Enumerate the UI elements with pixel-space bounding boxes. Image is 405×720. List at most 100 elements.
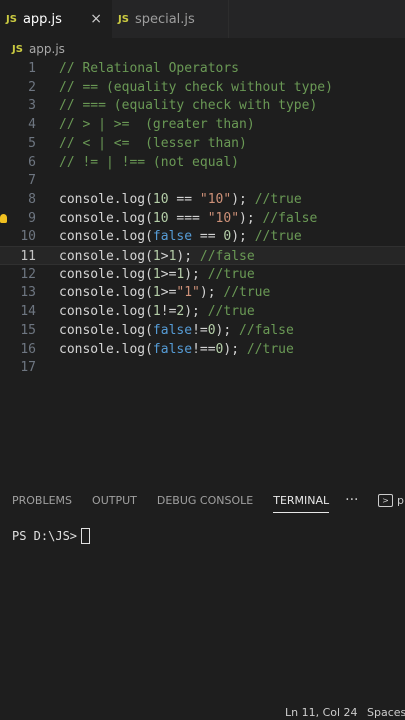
code-text: // != | !== (not equal) — [59, 153, 239, 172]
code-line-6[interactable]: 6 // != | !== (not equal) — [0, 153, 405, 172]
code-token: === — [168, 210, 208, 226]
code-line-5[interactable]: 5 // < | <= (lesser than) — [0, 134, 405, 153]
code-text: console.log(false!=0); //false — [59, 321, 294, 340]
code-text: console.log(1!=2); //true — [59, 302, 255, 321]
code-token: "1" — [176, 285, 200, 301]
code-text: console.log(false!==0); //true — [59, 340, 294, 359]
indentation-setting[interactable]: Spaces — [367, 706, 405, 719]
code-token: console.log( — [59, 249, 153, 264]
code-editor[interactable]: 1 // Relational Operators 2 // == (equality… — [0, 59, 405, 381]
close-icon[interactable]: × — [90, 11, 102, 27]
code-text: // == (equality check without type) — [59, 78, 333, 97]
terminal-prompt: PS D:\JS> — [12, 529, 78, 543]
line-number: 17 — [20, 360, 36, 376]
code-token: ); — [184, 266, 208, 282]
terminal-instance-label: p — [397, 493, 404, 507]
code-token: //true — [207, 266, 255, 282]
code-token: 1 — [152, 266, 161, 282]
line-number: 12 — [20, 266, 36, 282]
code-line-3[interactable]: 3 // === (equality check with type) — [0, 96, 405, 115]
code-token: ); — [231, 191, 255, 207]
terminal-icon: > — [378, 493, 393, 507]
code-text: console.log(1>1); //false — [59, 247, 255, 266]
code-token: > — [160, 249, 169, 264]
code-token: console.log( — [59, 266, 153, 282]
code-line-13[interactable]: 13 console.log(1>="1"); //true — [0, 283, 405, 302]
code-line-9[interactable]: 9 console.log(10 === "10"); //false — [0, 209, 405, 228]
breadcrumb[interactable]: JS app.js — [0, 38, 405, 60]
code-token: ); — [223, 341, 247, 357]
line-number: 5 — [28, 135, 36, 151]
line-number: 13 — [20, 285, 36, 301]
cursor-position[interactable]: Ln 11, Col 24 — [285, 706, 358, 719]
code-token: ); — [176, 249, 200, 264]
code-token: 0 — [207, 322, 216, 338]
line-number: 6 — [28, 154, 36, 170]
code-token: false — [152, 229, 193, 245]
code-text: // === (equality check with type) — [59, 96, 317, 115]
more-actions-icon[interactable]: ··· — [345, 492, 358, 508]
code-token: false — [152, 322, 193, 338]
code-token: //false — [262, 210, 318, 226]
line-number: 15 — [20, 322, 36, 338]
code-token: false — [152, 341, 193, 357]
js-file-icon: JS — [6, 13, 17, 25]
code-token: 1 — [152, 304, 161, 320]
code-token: "10" — [207, 210, 240, 226]
line-number: 1 — [28, 61, 36, 76]
code-line-1[interactable]: 1 // Relational Operators — [0, 59, 405, 78]
code-token: console.log( — [59, 304, 153, 320]
code-line-7[interactable]: 7 — [0, 171, 405, 190]
tab-label: app.js — [22, 11, 62, 27]
terminal-instance[interactable]: > p — [378, 487, 404, 513]
code-text: console.log(10 === "10"); //false — [59, 209, 317, 228]
tab-problems[interactable]: PROBLEMS — [12, 487, 72, 513]
code-text: // Relational Operators — [59, 59, 239, 78]
code-token: 10 — [152, 210, 169, 226]
tab-bar: JS app.js × JS special.js — [0, 0, 405, 38]
code-token: 1 — [152, 249, 161, 264]
tab-output[interactable]: OUTPUT — [92, 487, 137, 513]
code-token: // Relational Operators — [59, 61, 240, 76]
tab-terminal[interactable]: TERMINAL — [273, 487, 329, 513]
code-token: 1 — [152, 285, 161, 301]
line-number: 8 — [28, 191, 36, 207]
code-token: ); — [231, 229, 255, 245]
code-token: // < | <= (lesser than) — [59, 135, 247, 151]
code-line-2[interactable]: 2 // == (equality check without type) — [0, 78, 405, 97]
code-line-11[interactable]: 11 console.log(1>1); //false — [0, 246, 405, 265]
code-line-15[interactable]: 15 console.log(false!=0); //false — [0, 321, 405, 340]
code-line-12[interactable]: 12 console.log(1>=1); //true — [0, 265, 405, 284]
code-text: console.log(1>="1"); //true — [59, 283, 270, 302]
code-line-17[interactable]: 17 — [0, 358, 405, 377]
code-token: //true — [207, 304, 255, 320]
code-token: //true — [246, 341, 294, 357]
code-token: ); — [239, 210, 263, 226]
code-token: // > | >= (greater than) — [59, 117, 255, 133]
code-line-10[interactable]: 10 console.log(false == 0); //true — [0, 227, 405, 246]
code-line-4[interactable]: 4 // > | >= (greater than) — [0, 115, 405, 134]
panel-tab-bar: PROBLEMS OUTPUT DEBUG CONSOLE TERMINAL ·… — [0, 487, 405, 513]
code-token: ); — [184, 304, 208, 320]
breadcrumb-file[interactable]: app.js — [29, 42, 65, 56]
tab-special-js[interactable]: JS special.js — [112, 0, 229, 38]
terminal-output[interactable]: PS D:\JS> — [0, 528, 91, 544]
code-token: console.log( — [59, 191, 153, 207]
code-token: // != | !== (not equal) — [59, 154, 240, 170]
code-line-16[interactable]: 16 console.log(false!==0); //true — [0, 340, 405, 359]
tab-app-js[interactable]: JS app.js × — [0, 0, 112, 38]
tab-debug-console[interactable]: DEBUG CONSOLE — [157, 487, 253, 513]
code-token: !== — [192, 341, 216, 357]
code-token: == — [192, 229, 224, 245]
code-token: //false — [239, 322, 294, 338]
code-token: >= — [160, 266, 177, 282]
code-line-8[interactable]: 8 console.log(10 == "10"); //true — [0, 190, 405, 209]
code-line-14[interactable]: 14 console.log(1!=2); //true — [0, 302, 405, 321]
tab-label: special.js — [134, 11, 195, 27]
code-token: //true — [254, 229, 302, 245]
code-token: ); — [199, 285, 224, 301]
code-token: console.log( — [59, 322, 153, 338]
line-number: 4 — [28, 117, 36, 133]
line-number: 14 — [20, 304, 36, 320]
code-token: //true — [254, 191, 302, 207]
